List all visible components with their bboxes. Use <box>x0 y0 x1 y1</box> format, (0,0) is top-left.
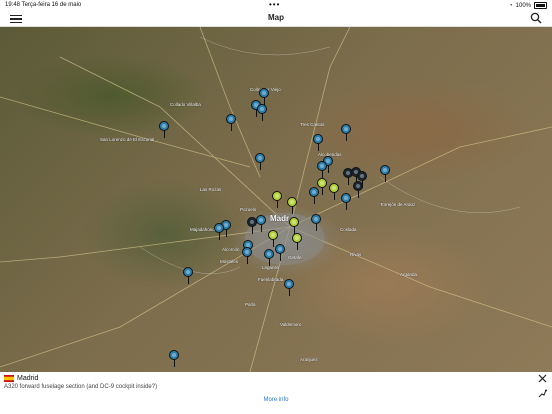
map-label: Fuenlabrada <box>258 277 284 282</box>
map-pin[interactable] <box>183 267 193 284</box>
navigation-bar: Map <box>0 10 552 27</box>
map-label: Coslada <box>340 227 357 232</box>
map-label: Rivas <box>350 252 362 257</box>
map-label: Leganés <box>262 265 280 270</box>
map-label: San Lorenzo de El Escorial <box>100 137 155 142</box>
item-description: A320 forward fuselage section (and DC-9 … <box>4 384 158 390</box>
map-label: Alcorcón <box>222 247 240 252</box>
map-pin[interactable] <box>380 165 390 182</box>
search-icon[interactable] <box>530 12 542 24</box>
map-label: Arganda <box>400 272 418 277</box>
map-pin[interactable] <box>313 134 323 151</box>
map-pin[interactable] <box>317 161 327 178</box>
multitask-dots[interactable]: ••• <box>269 0 280 9</box>
map-pin[interactable] <box>255 153 265 170</box>
map-label: Pozuelo <box>240 207 257 212</box>
map-pin[interactable] <box>214 223 224 240</box>
spain-flag-icon <box>4 375 14 382</box>
map-label: Collado Villalba <box>170 102 201 107</box>
map-pin[interactable] <box>341 193 351 210</box>
map-pin[interactable] <box>264 249 274 266</box>
map-pin[interactable] <box>159 121 169 138</box>
map-label: Torrejón de Ardoz <box>380 202 416 207</box>
map-pin[interactable] <box>292 233 302 250</box>
location-panel: Madrid A320 forward fuselage section (an… <box>0 372 552 414</box>
map-label: Aranjuez <box>300 357 318 362</box>
map-label: Tres Cantos <box>300 122 325 127</box>
map-label: Móstoles <box>220 259 239 264</box>
city-label: Madr <box>270 214 290 223</box>
battery-percent: 100% <box>515 2 531 9</box>
map-pin[interactable] <box>329 183 339 200</box>
map-pin[interactable] <box>311 214 321 231</box>
status-time: 19:48 Terça-feira 16 de maio <box>5 2 82 8</box>
place-name: Madrid <box>17 375 39 382</box>
map-pin[interactable] <box>353 181 363 198</box>
map-pin[interactable] <box>226 114 236 131</box>
map-pin[interactable] <box>256 215 266 232</box>
map-pin[interactable] <box>341 124 351 141</box>
page-title: Map <box>268 13 284 22</box>
close-icon[interactable] <box>538 374 547 383</box>
map-pin[interactable] <box>169 350 179 367</box>
map-pin[interactable] <box>287 197 297 214</box>
battery-icon <box>534 2 547 9</box>
map-pin[interactable] <box>257 104 267 121</box>
map-label: Getafe <box>288 255 302 260</box>
status-right: ◔ 100% <box>509 2 547 9</box>
map-pin[interactable] <box>284 279 294 296</box>
map-label: Valdemoro <box>280 322 302 327</box>
satellite-map[interactable]: Madr San Lorenzo de El Escorial Alcobend… <box>0 27 552 372</box>
more-info-link[interactable]: More info <box>0 397 552 403</box>
map-label: Parla <box>245 302 256 307</box>
wifi-icon: ◔ <box>509 2 513 9</box>
map-pin[interactable] <box>289 217 299 234</box>
map-pin[interactable] <box>309 187 319 204</box>
map-pin[interactable] <box>275 244 285 261</box>
map-label: Las Rozas <box>200 187 222 192</box>
status-bar: 19:48 Terça-feira 16 de maio ••• ◔ 100% <box>0 0 552 10</box>
map-pin[interactable] <box>242 247 252 264</box>
map-pin[interactable] <box>272 191 282 208</box>
